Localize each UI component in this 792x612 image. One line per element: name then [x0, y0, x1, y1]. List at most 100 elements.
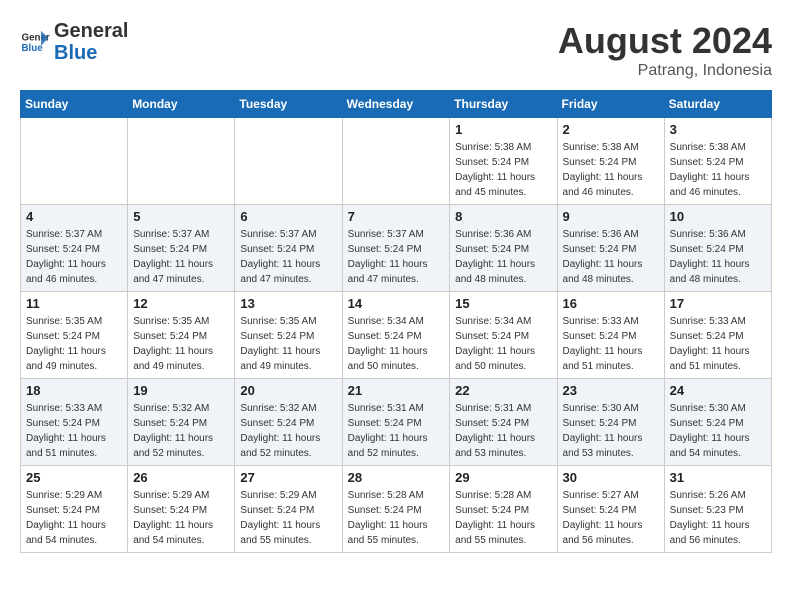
calendar-cell	[128, 118, 235, 205]
calendar-cell: 8 Sunrise: 5:36 AMSunset: 5:24 PMDaylight…	[450, 205, 557, 292]
week-row-5: 25 Sunrise: 5:29 AMSunset: 5:24 PMDayligh…	[21, 466, 772, 553]
calendar-cell: 20 Sunrise: 5:32 AMSunset: 5:24 PMDayligh…	[235, 379, 342, 466]
day-info: Sunrise: 5:35 AMSunset: 5:24 PMDaylight:…	[26, 314, 122, 374]
calendar-cell	[235, 118, 342, 205]
day-number: 6	[240, 209, 336, 224]
day-info: Sunrise: 5:32 AMSunset: 5:24 PMDaylight:…	[133, 401, 229, 461]
svg-text:Blue: Blue	[22, 43, 44, 54]
day-info: Sunrise: 5:38 AMSunset: 5:24 PMDaylight:…	[563, 140, 659, 200]
day-number: 12	[133, 296, 229, 311]
day-info: Sunrise: 5:37 AMSunset: 5:24 PMDaylight:…	[240, 227, 336, 287]
calendar-cell: 16 Sunrise: 5:33 AMSunset: 5:24 PMDayligh…	[557, 292, 664, 379]
calendar-cell: 1Sunrise: 5:38 AMSunset: 5:24 PMDaylight…	[450, 118, 557, 205]
day-info: Sunrise: 5:30 AMSunset: 5:24 PMDaylight:…	[670, 401, 766, 461]
day-info: Sunrise: 5:37 AMSunset: 5:24 PMDaylight:…	[26, 227, 122, 287]
logo-icon: General Blue	[20, 27, 50, 57]
calendar-cell: 24Sunrise: 5:30 AMSunset: 5:24 PMDayligh…	[664, 379, 771, 466]
day-number: 25	[26, 470, 122, 485]
calendar-cell: 12 Sunrise: 5:35 AMSunset: 5:24 PMDayligh…	[128, 292, 235, 379]
logo: General Blue GeneralBlue	[20, 20, 128, 64]
day-number: 16	[563, 296, 659, 311]
day-number: 17	[670, 296, 766, 311]
day-number: 8	[455, 209, 551, 224]
day-number: 21	[348, 383, 445, 398]
day-info: Sunrise: 5:29 AMSunset: 5:24 PMDaylight:…	[26, 488, 122, 548]
calendar-cell: 9Sunrise: 5:36 AMSunset: 5:24 PMDaylight…	[557, 205, 664, 292]
calendar-cell: 15Sunrise: 5:34 AMSunset: 5:24 PMDayligh…	[450, 292, 557, 379]
calendar-cell: 30 Sunrise: 5:27 AMSunset: 5:24 PMDayligh…	[557, 466, 664, 553]
calendar-header-row: SundayMondayTuesdayWednesdayThursdayFrid…	[21, 91, 772, 118]
day-info: Sunrise: 5:31 AMSunset: 5:24 PMDaylight:…	[348, 401, 445, 461]
day-number: 9	[563, 209, 659, 224]
calendar-cell: 17Sunrise: 5:33 AMSunset: 5:24 PMDayligh…	[664, 292, 771, 379]
header-monday: Monday	[128, 91, 235, 118]
day-number: 18	[26, 383, 122, 398]
header-wednesday: Wednesday	[342, 91, 450, 118]
day-info: Sunrise: 5:36 AMSunset: 5:24 PMDaylight:…	[670, 227, 766, 287]
calendar-cell: 5Sunrise: 5:37 AMSunset: 5:24 PMDaylight…	[128, 205, 235, 292]
day-info: Sunrise: 5:38 AMSunset: 5:24 PMDaylight:…	[670, 140, 766, 200]
calendar-cell: 18 Sunrise: 5:33 AMSunset: 5:24 PMDayligh…	[21, 379, 128, 466]
day-number: 15	[455, 296, 551, 311]
calendar-cell: 14 Sunrise: 5:34 AMSunset: 5:24 PMDayligh…	[342, 292, 450, 379]
day-info: Sunrise: 5:32 AMSunset: 5:24 PMDaylight:…	[240, 401, 336, 461]
day-number: 31	[670, 470, 766, 485]
day-info: Sunrise: 5:27 AMSunset: 5:24 PMDaylight:…	[563, 488, 659, 548]
day-number: 11	[26, 296, 122, 311]
header-sunday: Sunday	[21, 91, 128, 118]
month-title: August 2024	[558, 20, 772, 62]
calendar-cell: 23 Sunrise: 5:30 AMSunset: 5:24 PMDayligh…	[557, 379, 664, 466]
day-number: 10	[670, 209, 766, 224]
week-row-4: 18 Sunrise: 5:33 AMSunset: 5:24 PMDayligh…	[21, 379, 772, 466]
calendar-cell: 28 Sunrise: 5:28 AMSunset: 5:24 PMDayligh…	[342, 466, 450, 553]
header-friday: Friday	[557, 91, 664, 118]
calendar-cell: 11 Sunrise: 5:35 AMSunset: 5:24 PMDayligh…	[21, 292, 128, 379]
location: Patrang, Indonesia	[558, 62, 772, 80]
calendar-cell: 4 Sunrise: 5:37 AMSunset: 5:24 PMDaylight…	[21, 205, 128, 292]
day-number: 27	[240, 470, 336, 485]
calendar-cell	[342, 118, 450, 205]
day-info: Sunrise: 5:26 AMSunset: 5:23 PMDaylight:…	[670, 488, 766, 548]
day-info: Sunrise: 5:37 AMSunset: 5:24 PMDaylight:…	[348, 227, 445, 287]
day-info: Sunrise: 5:29 AMSunset: 5:24 PMDaylight:…	[133, 488, 229, 548]
day-number: 5	[133, 209, 229, 224]
calendar-cell: 21 Sunrise: 5:31 AMSunset: 5:24 PMDayligh…	[342, 379, 450, 466]
day-number: 14	[348, 296, 445, 311]
day-number: 3	[670, 122, 766, 137]
day-number: 13	[240, 296, 336, 311]
calendar-cell: 31 Sunrise: 5:26 AMSunset: 5:23 PMDayligh…	[664, 466, 771, 553]
calendar-cell: 29Sunrise: 5:28 AMSunset: 5:24 PMDayligh…	[450, 466, 557, 553]
day-info: Sunrise: 5:30 AMSunset: 5:24 PMDaylight:…	[563, 401, 659, 461]
day-info: Sunrise: 5:28 AMSunset: 5:24 PMDaylight:…	[455, 488, 551, 548]
day-number: 20	[240, 383, 336, 398]
day-number: 7	[348, 209, 445, 224]
calendar-cell: 19 Sunrise: 5:32 AMSunset: 5:24 PMDayligh…	[128, 379, 235, 466]
calendar-cell: 22Sunrise: 5:31 AMSunset: 5:24 PMDayligh…	[450, 379, 557, 466]
header-saturday: Saturday	[664, 91, 771, 118]
calendar-cell: 13Sunrise: 5:35 AMSunset: 5:24 PMDayligh…	[235, 292, 342, 379]
day-info: Sunrise: 5:35 AMSunset: 5:24 PMDaylight:…	[133, 314, 229, 374]
day-number: 28	[348, 470, 445, 485]
day-info: Sunrise: 5:31 AMSunset: 5:24 PMDaylight:…	[455, 401, 551, 461]
title-block: August 2024 Patrang, Indonesia	[558, 20, 772, 80]
page-header: General Blue GeneralBlue August 2024 Pat…	[20, 20, 772, 80]
day-number: 23	[563, 383, 659, 398]
calendar-cell: 2Sunrise: 5:38 AMSunset: 5:24 PMDaylight…	[557, 118, 664, 205]
calendar-cell: 7 Sunrise: 5:37 AMSunset: 5:24 PMDaylight…	[342, 205, 450, 292]
calendar-cell: 3 Sunrise: 5:38 AMSunset: 5:24 PMDaylight…	[664, 118, 771, 205]
week-row-3: 11 Sunrise: 5:35 AMSunset: 5:24 PMDayligh…	[21, 292, 772, 379]
calendar-cell: 27Sunrise: 5:29 AMSunset: 5:24 PMDayligh…	[235, 466, 342, 553]
day-info: Sunrise: 5:34 AMSunset: 5:24 PMDaylight:…	[348, 314, 445, 374]
calendar-cell: 10 Sunrise: 5:36 AMSunset: 5:24 PMDayligh…	[664, 205, 771, 292]
day-number: 1	[455, 122, 551, 137]
day-info: Sunrise: 5:33 AMSunset: 5:24 PMDaylight:…	[26, 401, 122, 461]
day-info: Sunrise: 5:33 AMSunset: 5:24 PMDaylight:…	[563, 314, 659, 374]
day-number: 4	[26, 209, 122, 224]
day-info: Sunrise: 5:28 AMSunset: 5:24 PMDaylight:…	[348, 488, 445, 548]
calendar-table: SundayMondayTuesdayWednesdayThursdayFrid…	[20, 90, 772, 553]
day-info: Sunrise: 5:36 AMSunset: 5:24 PMDaylight:…	[455, 227, 551, 287]
header-tuesday: Tuesday	[235, 91, 342, 118]
day-number: 19	[133, 383, 229, 398]
day-number: 30	[563, 470, 659, 485]
week-row-1: 1 Sunrise: 5:38 AMSunset: 5:24 PMDaylight…	[21, 118, 772, 205]
